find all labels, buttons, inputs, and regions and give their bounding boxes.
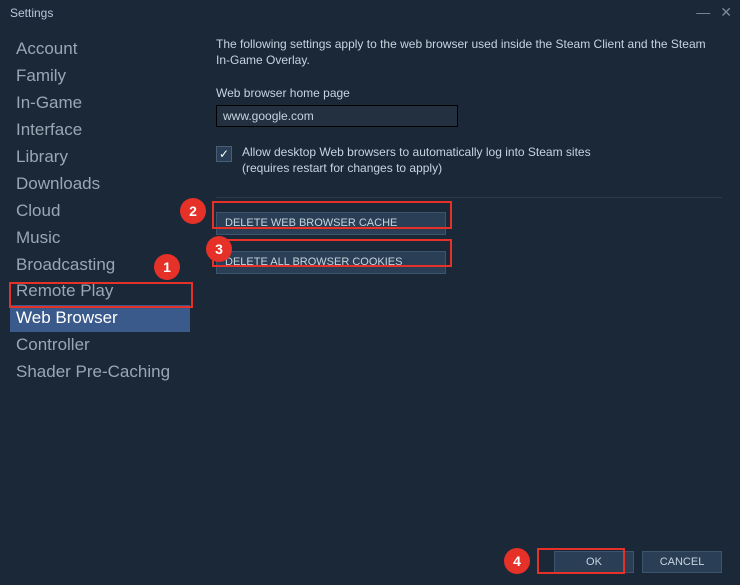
homepage-input[interactable] xyxy=(216,105,458,127)
cancel-button[interactable]: CANCEL xyxy=(642,551,722,573)
minimize-icon[interactable]: — xyxy=(696,4,710,20)
auto-login-label-line1: Allow desktop Web browsers to automatica… xyxy=(242,145,591,159)
sidebar-item-account[interactable]: Account xyxy=(10,36,190,63)
ok-button[interactable]: OK xyxy=(554,551,634,573)
delete-cookies-button[interactable]: DELETE ALL BROWSER COOKIES xyxy=(216,251,446,274)
divider xyxy=(216,197,722,198)
delete-cache-button[interactable]: DELETE WEB BROWSER CACHE xyxy=(216,212,446,235)
titlebar: Settings — ✕ xyxy=(0,0,740,26)
panel-description: The following settings apply to the web … xyxy=(216,36,722,68)
settings-sidebar: Account Family In-Game Interface Library… xyxy=(0,26,190,546)
sidebar-item-music[interactable]: Music xyxy=(10,225,190,252)
auto-login-label-line2: (requires restart for changes to apply) xyxy=(242,161,442,175)
sidebar-item-remote-play[interactable]: Remote Play xyxy=(10,278,190,305)
window-title: Settings xyxy=(10,6,53,20)
sidebar-item-interface[interactable]: Interface xyxy=(10,117,190,144)
sidebar-item-controller[interactable]: Controller xyxy=(10,332,190,359)
annotation-badge-4: 4 xyxy=(504,548,530,574)
sidebar-item-broadcasting[interactable]: Broadcasting xyxy=(10,252,190,279)
dialog-footer: OK CANCEL xyxy=(554,551,722,573)
homepage-label: Web browser home page xyxy=(216,86,722,100)
sidebar-item-in-game[interactable]: In-Game xyxy=(10,90,190,117)
sidebar-item-family[interactable]: Family xyxy=(10,63,190,90)
settings-main-panel: The following settings apply to the web … xyxy=(190,26,740,546)
sidebar-item-cloud[interactable]: Cloud xyxy=(10,198,190,225)
auto-login-label: Allow desktop Web browsers to automatica… xyxy=(242,145,591,176)
sidebar-item-downloads[interactable]: Downloads xyxy=(10,171,190,198)
sidebar-item-shader-pre-caching[interactable]: Shader Pre-Caching xyxy=(10,359,190,386)
sidebar-item-web-browser[interactable]: Web Browser xyxy=(10,305,190,332)
close-icon[interactable]: ✕ xyxy=(720,4,732,20)
sidebar-item-library[interactable]: Library xyxy=(10,144,190,171)
window-controls: — ✕ xyxy=(696,4,732,20)
auto-login-checkbox[interactable]: ✓ xyxy=(216,146,232,162)
check-icon: ✓ xyxy=(219,147,229,161)
